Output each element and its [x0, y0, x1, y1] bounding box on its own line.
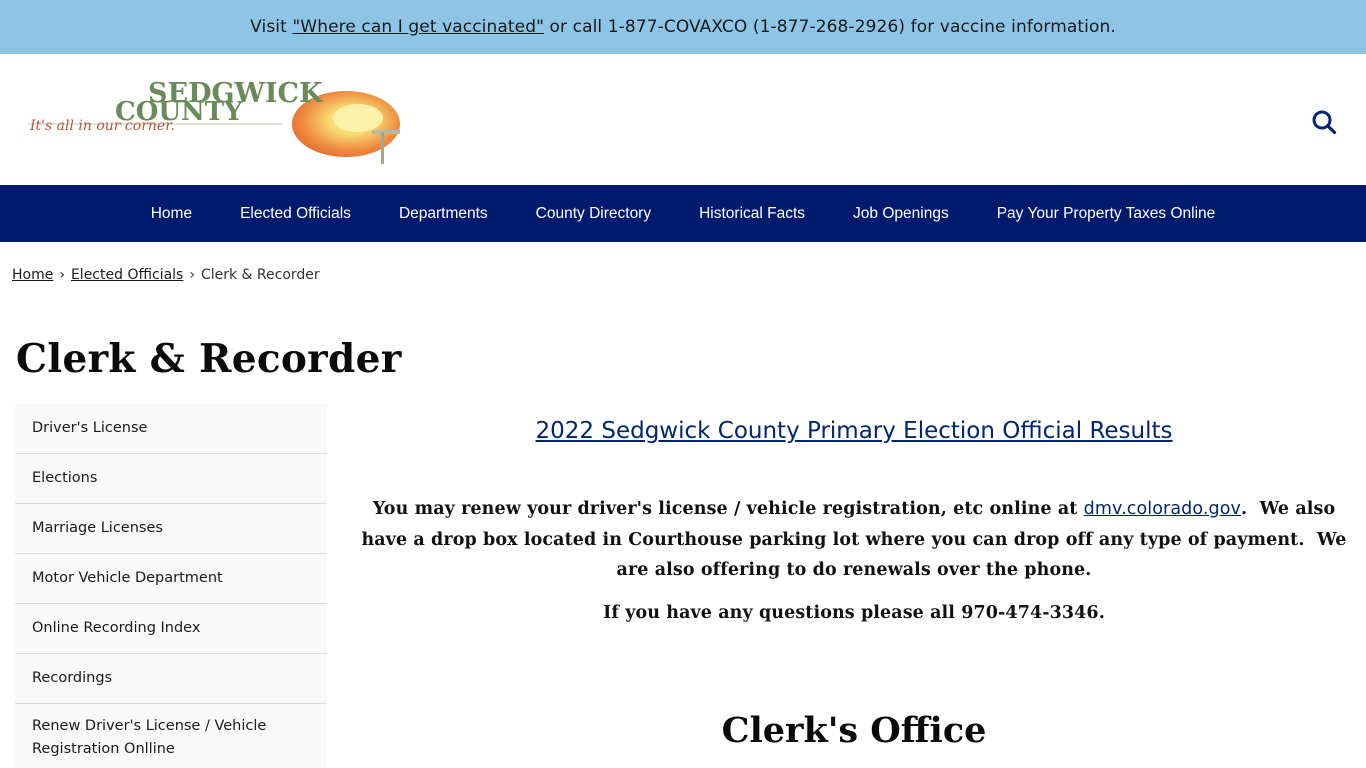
contact-paragraph: If you have any questions please all 970… [603, 602, 1105, 623]
sidebar-item-elections[interactable]: Elections [15, 454, 327, 504]
sidebar-item-online-recording-index[interactable]: Online Recording Index [15, 604, 327, 654]
clerks-office-heading: Clerk's Office [721, 710, 987, 751]
renewal-paragraph: You may renew your driver's license / ve… [350, 494, 1358, 586]
search-button[interactable] [1306, 104, 1342, 140]
alert-suffix: or call 1-877-COVAXCO (1-877-268-2926) f… [544, 17, 1116, 37]
vaccine-alert-bar: Visit "Where can I get vaccinated" or ca… [0, 0, 1366, 54]
logo-graphic: SEDGWICK COUNTY It's all in our corner. [28, 78, 400, 164]
site-header: SEDGWICK COUNTY It's all in our corner. [0, 54, 1366, 185]
dmv-link[interactable]: dmv.colorado.gov [1084, 499, 1241, 519]
breadcrumb: Home › Elected Officials › Clerk & Recorder [12, 267, 320, 283]
main-content: 2022 Sedgwick County Primary Election Of… [350, 404, 1358, 751]
sidebar-item-motor-vehicle[interactable]: Motor Vehicle Department [15, 554, 327, 604]
election-results-link[interactable]: 2022 Sedgwick County Primary Election Of… [536, 418, 1173, 444]
breadcrumb-home[interactable]: Home [12, 267, 53, 283]
nav-departments[interactable]: Departments [375, 185, 512, 242]
page-title: Clerk & Recorder [16, 336, 402, 382]
logo-tagline: It's all in our corner. [29, 118, 175, 134]
nav-home[interactable]: Home [127, 185, 216, 242]
breadcrumb-separator: › [189, 267, 195, 283]
sidebar-item-recordings[interactable]: Recordings [15, 654, 327, 704]
nav-county-directory[interactable]: County Directory [512, 185, 675, 242]
renewal-text-before: You may renew your driver's license / ve… [372, 499, 1084, 519]
sidebar-item-renew-online[interactable]: Renew Driver's License / Vehicle Registr… [15, 704, 327, 768]
nav-elected-officials[interactable]: Elected Officials [216, 185, 375, 242]
main-navigation: Home Elected Officials Departments Count… [0, 185, 1366, 242]
where-vaccinated-link[interactable]: "Where can I get vaccinated" [292, 17, 544, 37]
alert-prefix: Visit [250, 17, 293, 37]
search-icon [1312, 110, 1337, 135]
sedgwick-county-logo[interactable]: SEDGWICK COUNTY It's all in our corner. [28, 76, 408, 166]
breadcrumb-elected-officials[interactable]: Elected Officials [71, 267, 183, 283]
sidebar-menu: Driver's License Elections Marriage Lice… [15, 404, 327, 768]
nav-pay-property-taxes[interactable]: Pay Your Property Taxes Online [973, 185, 1240, 242]
sidebar-item-drivers-license[interactable]: Driver's License [15, 404, 327, 454]
nav-historical-facts[interactable]: Historical Facts [675, 185, 829, 242]
sidebar-item-marriage-licenses[interactable]: Marriage Licenses [15, 504, 327, 554]
breadcrumb-current: Clerk & Recorder [200, 267, 320, 283]
breadcrumb-separator: › [59, 267, 65, 283]
nav-job-openings[interactable]: Job Openings [829, 185, 973, 242]
